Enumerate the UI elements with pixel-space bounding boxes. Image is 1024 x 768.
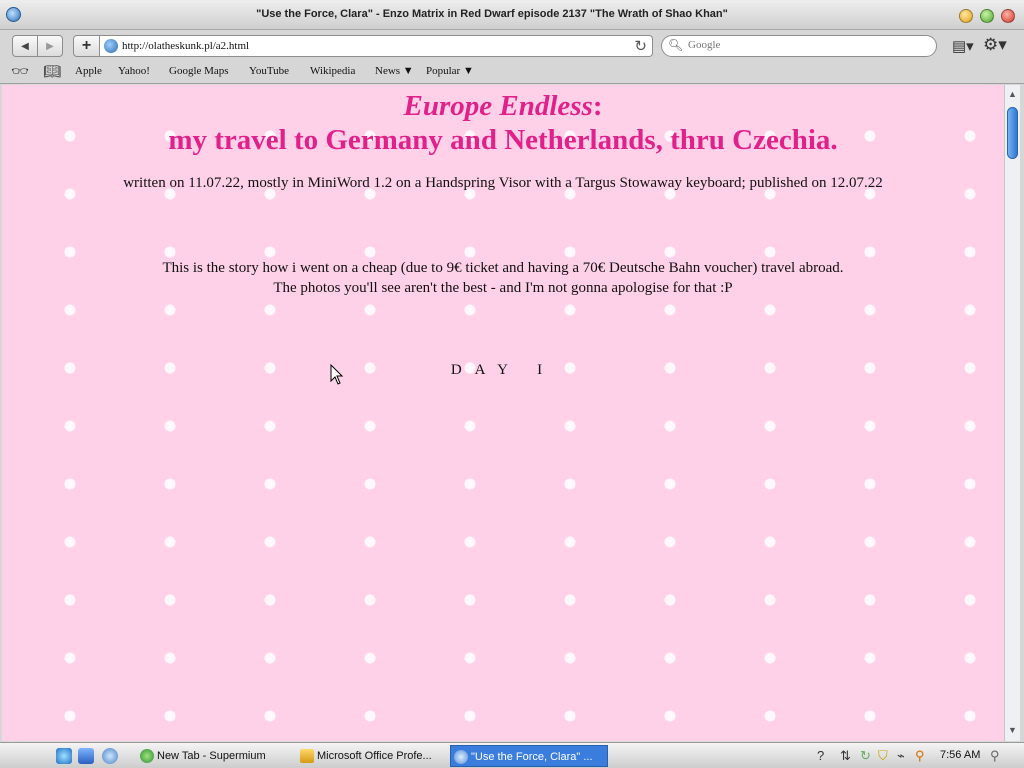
bookmark-wikipedia[interactable]: Wikipedia bbox=[310, 65, 355, 77]
bookmark-apple[interactable]: Apple bbox=[75, 65, 102, 77]
page-title: Europe Endless: my travel to Germany and… bbox=[2, 89, 1004, 157]
browser-quicklaunch-icon[interactable] bbox=[102, 748, 118, 764]
mouse-cursor-icon bbox=[330, 364, 344, 385]
globe-icon bbox=[104, 39, 118, 53]
bookmarks-bar: 👓︎ 📖︎ Apple Yahoo! Google Maps YouTube W… bbox=[0, 62, 1024, 84]
task-label: New Tab - Supermium bbox=[157, 750, 266, 762]
search-input[interactable] bbox=[688, 39, 928, 51]
help-icon[interactable]: ? bbox=[817, 748, 824, 763]
back-arrow-icon: ◀ bbox=[21, 40, 29, 52]
bookmark-popular-menu[interactable]: Popular ▼ bbox=[426, 65, 474, 77]
task-ms-office[interactable]: Microsoft Office Profe... bbox=[297, 745, 442, 767]
url-text[interactable]: http://olatheskunk.pl/a2.html bbox=[122, 40, 249, 52]
spotlight-icon[interactable]: ⚲ bbox=[990, 748, 1000, 764]
address-bar[interactable]: http://olatheskunk.pl/a2.html ↻ bbox=[100, 35, 653, 57]
title-bar: "Use the Force, Clara" - Enzo Matrix in … bbox=[0, 0, 1024, 30]
bookmark-yahoo[interactable]: Yahoo! bbox=[118, 65, 150, 77]
vertical-scrollbar[interactable]: ▲ ▼ bbox=[1004, 85, 1020, 741]
browser-app-icon[interactable] bbox=[6, 7, 21, 22]
task-new-tab[interactable]: New Tab - Supermium bbox=[137, 745, 287, 767]
office-icon bbox=[300, 749, 314, 763]
bookmark-news-menu[interactable]: News ▼ bbox=[375, 65, 414, 77]
taskbar: New Tab - Supermium Microsoft Office Pro… bbox=[0, 742, 1024, 768]
page-subtitle: my travel to Germany and Netherlands, th… bbox=[168, 124, 838, 156]
intro-line-2: The photos you'll see aren't the best - … bbox=[273, 280, 733, 296]
add-bookmark-button[interactable]: + bbox=[73, 35, 100, 57]
plus-icon: + bbox=[81, 37, 92, 54]
network-icon[interactable]: ⇅ bbox=[840, 748, 851, 764]
bookmark-youtube[interactable]: YouTube bbox=[249, 65, 289, 77]
search-tray-icon[interactable]: ⚲ bbox=[915, 748, 925, 764]
task-label: Microsoft Office Profe... bbox=[317, 750, 432, 762]
ie-quicklaunch-icon[interactable] bbox=[56, 748, 72, 764]
window-title: "Use the Force, Clara" - Enzo Matrix in … bbox=[256, 8, 728, 20]
scroll-up-icon[interactable]: ▲ bbox=[1008, 89, 1017, 99]
search-icon[interactable]: 🔍︎ bbox=[668, 38, 683, 52]
browser-toolbar: ◀ ▶ + http://olatheskunk.pl/a2.html ↻ 🔍︎… bbox=[0, 30, 1024, 62]
forward-button[interactable]: ▶ bbox=[37, 35, 63, 57]
close-button[interactable] bbox=[1001, 9, 1015, 23]
page-content: Europe Endless: my travel to Germany and… bbox=[2, 85, 1004, 741]
minimize-button[interactable] bbox=[959, 9, 973, 23]
page-menu-icon[interactable]: ▤▾ bbox=[952, 37, 974, 55]
page-title-italic: Europe Endless bbox=[403, 90, 593, 122]
reading-glasses-icon[interactable]: 👓︎ bbox=[11, 63, 29, 80]
connector-icon[interactable]: ⌁ bbox=[897, 748, 905, 764]
sync-icon[interactable]: ↻ bbox=[860, 748, 871, 764]
intro-text: This is the story how i went on a cheap … bbox=[2, 258, 1004, 298]
task-label: "Use the Force, Clara" ... bbox=[471, 751, 593, 763]
gear-icon[interactable]: ⚙▾ bbox=[983, 35, 1007, 55]
clock: 7:56 AM bbox=[940, 749, 981, 761]
page-title-colon: : bbox=[592, 90, 603, 122]
day-heading: DAY I bbox=[450, 362, 556, 378]
back-button[interactable]: ◀ bbox=[12, 35, 38, 57]
forward-arrow-icon: ▶ bbox=[46, 40, 54, 52]
byline: written on 11.07.22, mostly in MiniWord … bbox=[123, 175, 883, 191]
intro-line-1: This is the story how i went on a cheap … bbox=[162, 260, 844, 276]
browser-icon bbox=[454, 750, 468, 764]
task-current-page[interactable]: "Use the Force, Clara" ... bbox=[450, 745, 608, 767]
book-icon[interactable]: 📖︎ bbox=[43, 63, 61, 80]
supermium-icon bbox=[140, 749, 154, 763]
scrollbar-thumb[interactable] bbox=[1007, 107, 1018, 159]
maximize-button[interactable] bbox=[980, 9, 994, 23]
explorer-quicklaunch-icon[interactable] bbox=[78, 748, 94, 764]
reload-icon[interactable]: ↻ bbox=[634, 37, 647, 55]
bookmark-google-maps[interactable]: Google Maps bbox=[169, 65, 229, 77]
search-box[interactable]: 🔍︎ bbox=[661, 35, 937, 57]
shield-icon[interactable]: ⛉ bbox=[878, 748, 888, 764]
scroll-down-icon[interactable]: ▼ bbox=[1008, 725, 1017, 735]
